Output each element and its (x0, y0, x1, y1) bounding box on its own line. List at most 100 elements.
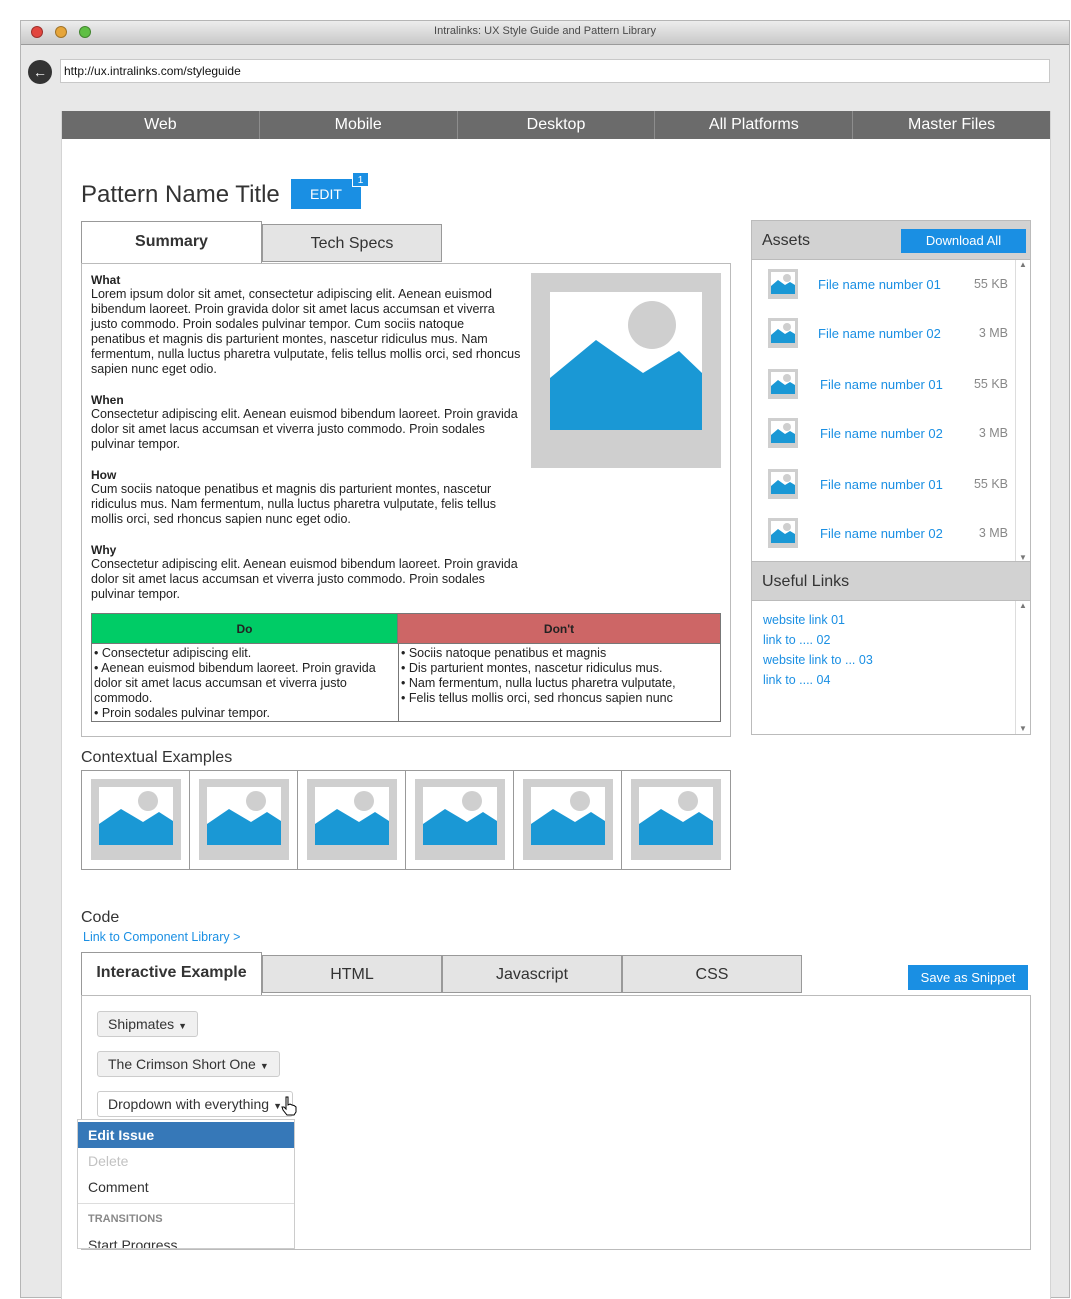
menu-divider (78, 1203, 294, 1204)
menu-item-comment[interactable]: Comment (78, 1174, 294, 1200)
section-body: Consectetur adipiscing elit. Aenean euis… (91, 407, 518, 451)
tab-summary[interactable]: Summary (81, 221, 262, 264)
page-content: Web Mobile Desktop All Platforms Master … (61, 111, 1051, 1299)
image-placeholder-icon (768, 369, 798, 399)
menu-group-label: TRANSITIONS (88, 1213, 163, 1225)
asset-file-link[interactable]: File name number 01 (820, 377, 943, 392)
useful-links-header: Useful Links (752, 562, 1030, 601)
nav-item-web[interactable]: Web (62, 111, 260, 139)
component-library-link[interactable]: Link to Component Library > (83, 930, 240, 944)
do-item: • Consectetur adipiscing elit. (94, 646, 252, 660)
asset-file-link[interactable]: File name number 01 (818, 277, 941, 292)
section-body: Lorem ipsum dolor sit amet, consectetur … (91, 287, 521, 376)
section-heading: What (91, 273, 121, 287)
menu-item-edit-issue[interactable]: Edit Issue (78, 1122, 294, 1148)
shipmates-dropdown[interactable]: Shipmates ▼ (97, 1011, 199, 1037)
contextual-example-thumbnail[interactable] (406, 771, 514, 869)
nav-item-all-platforms[interactable]: All Platforms (655, 111, 854, 139)
assets-title: Assets (762, 232, 811, 249)
asset-file-link[interactable]: File name number 02 (818, 326, 941, 341)
assets-scrollbar[interactable]: ▲ ▼ (1015, 260, 1030, 563)
image-placeholder-icon (199, 779, 289, 860)
contextual-example-thumbnail[interactable] (514, 771, 622, 869)
dont-item: • Felis tellus mollis orci, sed rhoncus … (401, 691, 673, 705)
asset-row[interactable]: File name number 02 3 MB (752, 512, 1014, 562)
scroll-up-icon[interactable]: ▲ (1016, 260, 1030, 270)
menu-item-start-progress[interactable]: Start Progress (78, 1232, 294, 1248)
tab-html[interactable]: HTML (262, 955, 442, 993)
dropdown-label: Dropdown with everything (108, 1096, 270, 1112)
nav-item-master-files[interactable]: Master Files (853, 111, 1050, 139)
dont-item: • Nam fermentum, nulla luctus pharetra v… (401, 676, 676, 690)
nav-item-mobile[interactable]: Mobile (260, 111, 458, 139)
image-placeholder-icon (768, 269, 798, 299)
asset-file-size: 3 MB (978, 326, 1008, 340)
page-title: Pattern Name Title (81, 181, 280, 208)
tab-css[interactable]: CSS (622, 955, 802, 993)
contextual-example-thumbnail[interactable] (82, 771, 190, 869)
image-placeholder-icon (307, 779, 397, 860)
summary-panel: What Lorem ipsum dolor sit amet, consect… (81, 263, 731, 737)
asset-file-size: 55 KB (973, 277, 1008, 291)
contextual-example-thumbnail[interactable] (622, 771, 730, 869)
browser-window: Intralinks: UX Style Guide and Pattern L… (20, 20, 1070, 1299)
edit-count-badge: 1 (352, 172, 369, 187)
tab-javascript[interactable]: Javascript (442, 955, 622, 993)
crimson-dropdown[interactable]: The Crimson Short One ▼ (97, 1051, 280, 1077)
useful-link[interactable]: link to .... 02 (763, 633, 830, 647)
section-body: Consectetur adipiscing elit. Aenean euis… (91, 557, 518, 601)
do-item: • Aenean euismod bibendum laoreet. Proin… (94, 661, 376, 705)
dropdown-label: The Crimson Short One (108, 1056, 256, 1072)
summary-section-why: Why Consectetur adipiscing elit. Aenean … (91, 543, 521, 602)
asset-row[interactable]: File name number 02 3 MB (752, 412, 1014, 462)
platform-nav: Web Mobile Desktop All Platforms Master … (62, 111, 1050, 139)
everything-dropdown[interactable]: Dropdown with everything ▼ (97, 1091, 294, 1117)
table-divider (398, 644, 399, 721)
tab-tech-specs[interactable]: Tech Specs (262, 224, 442, 262)
address-bar-input[interactable] (60, 59, 1050, 83)
section-heading: Why (91, 543, 117, 557)
scroll-down-icon[interactable]: ▼ (1016, 724, 1030, 734)
asset-file-size: 3 MB (978, 526, 1008, 540)
section-heading: How (91, 468, 117, 482)
useful-link[interactable]: link to .... 04 (763, 673, 830, 687)
save-as-snippet-button[interactable]: Save as Snippet (908, 965, 1028, 990)
links-scrollbar[interactable]: ▲ ▼ (1015, 601, 1030, 734)
contextual-example-thumbnail[interactable] (190, 771, 298, 869)
summary-section-how: How Cum sociis natoque penatibus et magn… (91, 468, 521, 527)
useful-link[interactable]: website link 01 (763, 613, 845, 627)
section-body: Cum sociis natoque penatibus et magnis d… (91, 482, 497, 526)
edit-button[interactable]: EDIT (291, 179, 361, 209)
tab-interactive-example[interactable]: Interactive Example (81, 952, 262, 995)
assets-header: Assets Download All (752, 221, 1030, 260)
dropdown-menu: Edit Issue Delete Comment TRANSITIONS St… (77, 1119, 295, 1249)
contextual-examples-title: Contextual Examples (81, 749, 233, 766)
image-placeholder-icon (768, 418, 798, 448)
asset-file-link[interactable]: File name number 02 (820, 426, 943, 441)
back-arrow-icon[interactable]: ← (28, 60, 52, 84)
useful-link[interactable]: website link to ... 03 (763, 653, 873, 667)
image-placeholder-icon (768, 469, 798, 499)
nav-item-desktop[interactable]: Desktop (458, 111, 656, 139)
asset-file-link[interactable]: File name number 01 (820, 477, 943, 492)
dont-list: • Sociis natoque penatibus et magnis • D… (401, 646, 717, 706)
asset-file-size: 3 MB (978, 426, 1008, 440)
image-placeholder-icon (631, 779, 721, 860)
contextual-example-thumbnail[interactable] (298, 771, 406, 869)
caret-down-icon: ▼ (259, 1061, 269, 1071)
asset-row[interactable]: File name number 02 3 MB (752, 312, 1014, 362)
dropdown-label: Shipmates (108, 1016, 175, 1032)
image-placeholder-icon (550, 292, 702, 430)
useful-links-panel: Useful Links website link 01 link to ...… (751, 561, 1031, 735)
asset-row[interactable]: File name number 01 55 KB (752, 463, 1014, 513)
download-all-button[interactable]: Download All (901, 229, 1026, 253)
image-placeholder-icon (415, 779, 505, 860)
asset-row[interactable]: File name number 01 55 KB (752, 363, 1014, 413)
pattern-hero-image (531, 273, 721, 468)
scroll-up-icon[interactable]: ▲ (1016, 601, 1030, 611)
asset-file-link[interactable]: File name number 02 (820, 526, 943, 541)
code-section-title: Code (81, 909, 120, 926)
asset-row[interactable]: File name number 01 55 KB (752, 263, 1014, 313)
hand-pointer-icon (280, 1096, 298, 1122)
asset-file-size: 55 KB (973, 477, 1008, 491)
